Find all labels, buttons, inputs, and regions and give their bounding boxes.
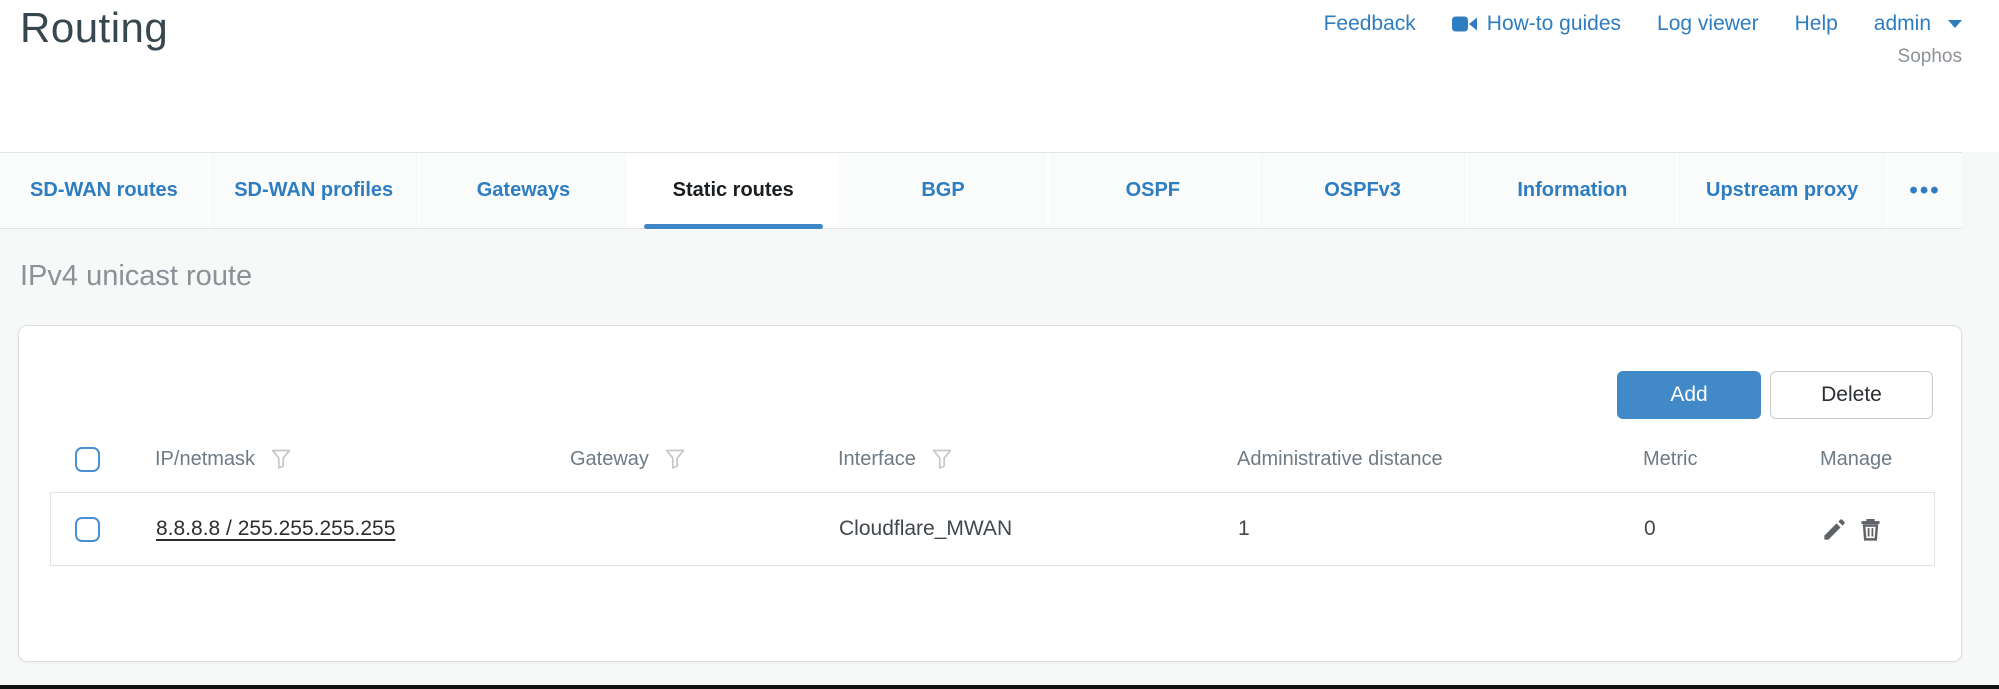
add-button[interactable]: Add bbox=[1617, 371, 1761, 419]
filter-funnel-icon[interactable] bbox=[663, 447, 687, 471]
section-heading: IPv4 unicast route bbox=[20, 260, 252, 293]
howto-guides-label: How-to guides bbox=[1487, 12, 1621, 36]
user-menu[interactable]: admin bbox=[1874, 12, 1962, 36]
screen-bottom-edge bbox=[0, 685, 1999, 689]
tab-static-routes[interactable]: Static routes bbox=[627, 153, 837, 228]
column-header-manage: Manage bbox=[1820, 448, 1892, 471]
tab-label: Upstream proxy bbox=[1706, 179, 1858, 202]
table-header: IP/netmask Gateway Interface Administrat… bbox=[50, 436, 1935, 482]
page-header: Routing Feedback How-to guides Log viewe… bbox=[0, 0, 1999, 152]
edit-pencil-icon[interactable] bbox=[1821, 516, 1848, 543]
tab-information[interactable]: Information bbox=[1466, 153, 1676, 228]
tab-label: Gateways bbox=[477, 179, 570, 202]
table-body: 8.8.8.8 / 255.255.255.255 Cloudflare_MWA… bbox=[50, 492, 1935, 566]
routes-card: Add Delete IP/netmask Gateway Interface bbox=[18, 325, 1962, 662]
video-camera-icon bbox=[1452, 15, 1478, 33]
table-row: 8.8.8.8 / 255.255.255.255 Cloudflare_MWA… bbox=[50, 492, 1935, 566]
feedback-link[interactable]: Feedback bbox=[1324, 12, 1416, 36]
tab-label: OSPFv3 bbox=[1324, 179, 1401, 202]
column-header-admin-distance: Administrative distance bbox=[1237, 448, 1443, 471]
tab-label: BGP bbox=[921, 179, 964, 202]
chevron-down-icon bbox=[1948, 20, 1962, 28]
metric-cell: 0 bbox=[1644, 517, 1656, 541]
column-header-ip-netmask: IP/netmask bbox=[155, 448, 255, 471]
column-header-metric: Metric bbox=[1643, 448, 1697, 471]
tab-sd-wan-profiles[interactable]: SD-WAN profiles bbox=[208, 153, 418, 228]
delete-trash-icon[interactable] bbox=[1857, 516, 1884, 543]
user-menu-label: admin bbox=[1874, 12, 1931, 36]
tab-sd-wan-routes[interactable]: SD-WAN routes bbox=[0, 153, 208, 228]
tab-bgp[interactable]: BGP bbox=[837, 153, 1047, 228]
org-label: Sophos bbox=[1898, 46, 1962, 68]
filter-funnel-icon[interactable] bbox=[930, 447, 954, 471]
content-area: SD-WAN routes SD-WAN profiles Gateways Stat… bbox=[0, 152, 1999, 689]
select-all-checkbox[interactable] bbox=[75, 447, 100, 472]
route-link[interactable]: 8.8.8.8 / 255.255.255.255 bbox=[156, 517, 395, 541]
tab-label: SD-WAN profiles bbox=[234, 179, 393, 202]
tab-bar: SD-WAN routes SD-WAN profiles Gateways Stat… bbox=[0, 152, 1962, 229]
row-checkbox[interactable] bbox=[75, 517, 100, 542]
tab-gateways[interactable]: Gateways bbox=[418, 153, 628, 228]
delete-button[interactable]: Delete bbox=[1770, 371, 1933, 419]
tab-label: OSPF bbox=[1126, 179, 1180, 202]
log-viewer-link[interactable]: Log viewer bbox=[1657, 12, 1759, 36]
tab-upstream-proxy[interactable]: Upstream proxy bbox=[1676, 153, 1886, 228]
filter-funnel-icon[interactable] bbox=[269, 447, 293, 471]
tab-label: SD-WAN routes bbox=[30, 179, 178, 202]
howto-guides-link[interactable]: How-to guides bbox=[1452, 12, 1621, 36]
tab-more[interactable]: ••• bbox=[1886, 153, 1962, 228]
table-toolbar: Add Delete bbox=[1617, 371, 1933, 419]
tab-label: Information bbox=[1517, 179, 1627, 202]
admin-distance-cell: 1 bbox=[1238, 517, 1250, 541]
top-nav: Feedback How-to guides Log viewer Help a… bbox=[1324, 12, 1962, 36]
column-header-interface: Interface bbox=[838, 448, 916, 471]
help-link[interactable]: Help bbox=[1795, 12, 1838, 36]
interface-cell: Cloudflare_MWAN bbox=[839, 517, 1012, 541]
tab-label: Static routes bbox=[673, 179, 794, 202]
tab-ospf[interactable]: OSPF bbox=[1047, 153, 1257, 228]
column-header-gateway: Gateway bbox=[570, 448, 649, 471]
tab-ospfv3[interactable]: OSPFv3 bbox=[1257, 153, 1467, 228]
page-title: Routing bbox=[20, 4, 168, 52]
tab-more-label: ••• bbox=[1909, 177, 1940, 205]
